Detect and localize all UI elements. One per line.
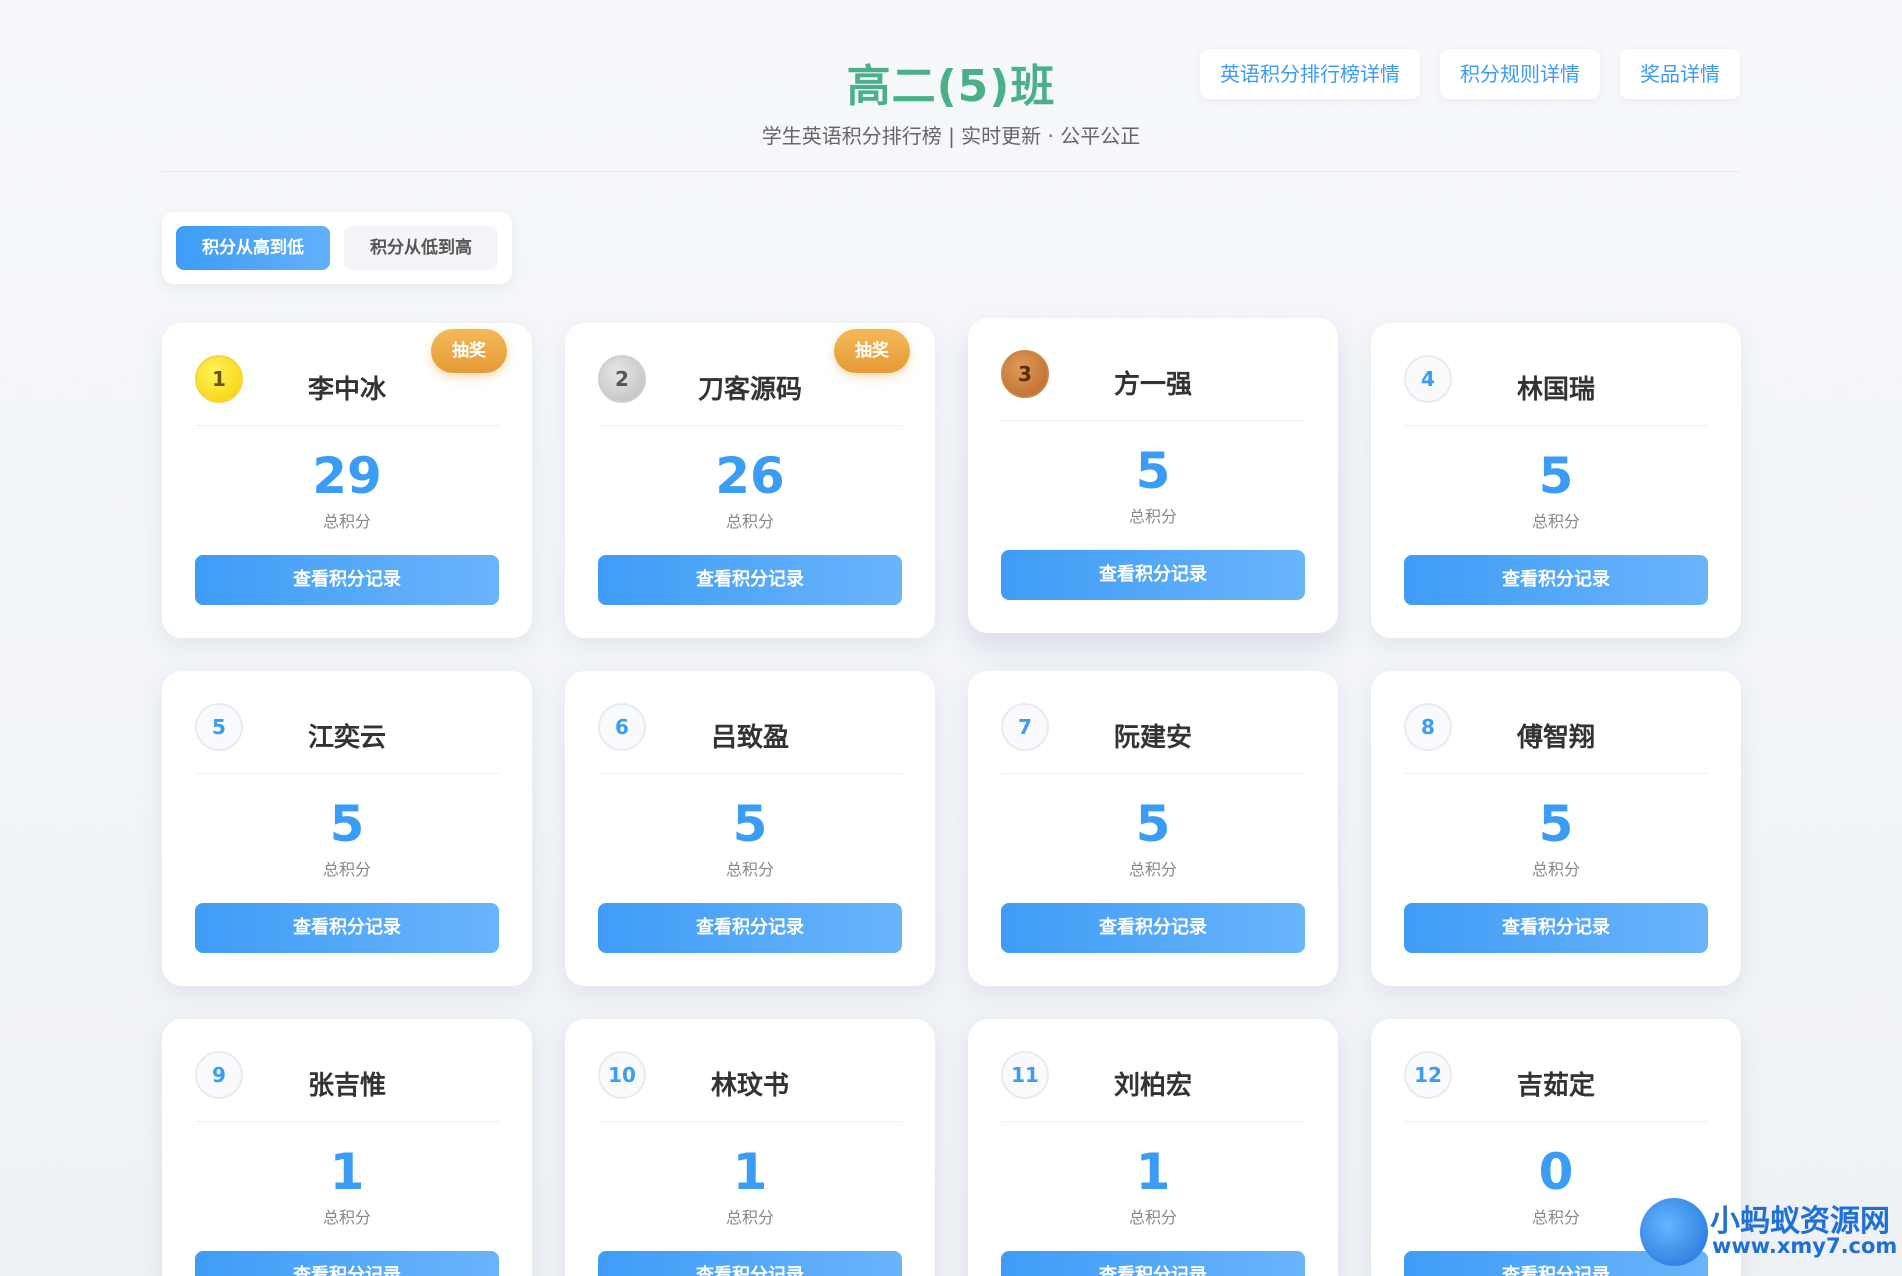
view-points-record-button[interactable]: 查看积分记录: [598, 903, 902, 953]
view-points-record-button[interactable]: 查看积分记录: [598, 1251, 902, 1276]
student-name: 吕致盈: [710, 723, 789, 753]
student-card: 9 张吉惟 1 总积分查看积分记录: [162, 1019, 532, 1276]
watermark: 小蚂蚁资源网 www.xmy7.com: [1640, 1194, 1898, 1266]
view-points-record-button[interactable]: 查看积分记录: [1404, 555, 1708, 605]
card-header: 11 刘柏宏: [1001, 1019, 1305, 1122]
card-header: 1 李中冰 抽奖: [195, 323, 507, 426]
score-label: 总积分: [322, 860, 371, 879]
total-score: 5: [1538, 795, 1574, 853]
header-links: 英语积分排行榜详情 积分规则详情 奖品详情: [1200, 49, 1740, 99]
student-card: 5 江奕云 5 总积分查看积分记录: [162, 671, 532, 986]
score-label: 总积分: [1128, 860, 1177, 879]
card-header: 5 江奕云: [195, 671, 499, 774]
student-name: 江奕云: [307, 723, 386, 753]
card-header: 4 林国瑞: [1404, 323, 1708, 426]
student-name: 方一强: [1113, 370, 1192, 400]
total-score: 5: [1538, 447, 1574, 505]
student-name: 吉茹定: [1516, 1071, 1595, 1101]
watermark-logo-icon: [1640, 1198, 1708, 1266]
view-points-record-button[interactable]: 查看积分记录: [1404, 903, 1708, 953]
leaderboard-details-link[interactable]: 英语积分排行榜详情: [1200, 49, 1420, 99]
student-name: 刘柏宏: [1113, 1071, 1192, 1101]
total-score: 5: [1135, 442, 1171, 500]
student-card: 10 林玟书 1 总积分查看积分记录: [565, 1019, 935, 1276]
total-score: 1: [329, 1143, 365, 1201]
card-header: 9 张吉惟: [195, 1019, 499, 1122]
student-name: 阮建安: [1113, 723, 1192, 753]
student-name: 傅智翔: [1516, 723, 1595, 753]
score-label: 总积分: [1531, 860, 1580, 879]
sort-low-to-high-button[interactable]: 积分从低到高: [344, 226, 498, 270]
view-points-record-button[interactable]: 查看积分记录: [195, 903, 499, 953]
lottery-badge[interactable]: 抽奖: [431, 329, 507, 373]
sort-high-to-low-button[interactable]: 积分从高到低: [176, 226, 330, 270]
card-header: 10 林玟书: [598, 1019, 902, 1122]
total-score: 29: [312, 447, 382, 505]
student-grid: 1 李中冰 抽奖 29 总积分 查看积分记录 2 刀客源码 抽奖 26 总积分 查看积分记录 3 方一强 5…: [162, 318, 1741, 1276]
total-score: 5: [1135, 795, 1171, 853]
total-score: 1: [1135, 1143, 1171, 1201]
watermark-url: www.xmy7.com: [1712, 1234, 1898, 1258]
student-card: 2 刀客源码 抽奖 26 总积分 查看积分记录: [565, 323, 935, 638]
student-name: 林国瑞: [1516, 375, 1595, 405]
student-card: 3 方一强 5 总积分查看积分记录: [968, 318, 1338, 633]
score-label: 总积分: [1128, 507, 1177, 526]
score-label: 总积分: [1128, 1208, 1177, 1227]
sort-bar: 积分从高到低 积分从低到高: [162, 212, 512, 284]
student-card: 1 李中冰 抽奖 29 总积分 查看积分记录: [162, 323, 532, 638]
page-subtitle: 学生英语积分排行榜 | 实时更新 · 公平公正: [761, 124, 1141, 148]
card-header: 12 吉茹定: [1404, 1019, 1708, 1122]
score-label: 总积分: [322, 512, 371, 531]
student-name: 李中冰: [307, 375, 386, 405]
total-score: 5: [732, 795, 768, 853]
page-header: 高二(5)班 学生英语积分排行榜 | 实时更新 · 公平公正 英语积分排行榜详情…: [162, 0, 1740, 172]
score-label: 总积分: [725, 860, 774, 879]
student-card: 7 阮建安 5 总积分查看积分记录: [968, 671, 1338, 986]
total-score: 5: [329, 795, 365, 853]
student-name: 林玟书: [710, 1071, 789, 1101]
view-points-record-button[interactable]: 查看积分记录: [1001, 550, 1305, 600]
card-header: 2 刀客源码 抽奖: [598, 323, 910, 426]
student-card: 8 傅智翔 5 总积分查看积分记录: [1371, 671, 1741, 986]
score-label: 总积分: [1531, 512, 1580, 531]
total-score: 0: [1538, 1143, 1574, 1201]
view-points-record-button[interactable]: 查看积分记录: [1001, 903, 1305, 953]
score-label: 总积分: [725, 512, 774, 531]
student-name: 张吉惟: [307, 1071, 386, 1101]
card-header: 7 阮建安: [1001, 671, 1305, 774]
student-name: 刀客源码: [697, 375, 802, 405]
student-card: 6 吕致盈 5 总积分查看积分记录: [565, 671, 935, 986]
card-header: 3 方一强: [1001, 318, 1305, 421]
card-header: 8 傅智翔: [1404, 671, 1708, 774]
student-card: 4 林国瑞 5 总积分查看积分记录: [1371, 323, 1741, 638]
total-score: 26: [715, 447, 785, 505]
student-card: 11 刘柏宏 1 总积分查看积分记录: [968, 1019, 1338, 1276]
leaderboard-page: 高二(5)班 学生英语积分排行榜 | 实时更新 · 公平公正 英语积分排行榜详情…: [162, 0, 1741, 1276]
view-points-record-button[interactable]: 查看积分记录: [598, 555, 902, 605]
view-points-record-button[interactable]: 查看积分记录: [195, 1251, 499, 1276]
score-label: 总积分: [322, 1208, 371, 1227]
view-points-record-button[interactable]: 查看积分记录: [1001, 1251, 1305, 1276]
score-label: 总积分: [725, 1208, 774, 1227]
view-points-record-button[interactable]: 查看积分记录: [195, 555, 499, 605]
card-header: 6 吕致盈: [598, 671, 902, 774]
total-score: 1: [732, 1143, 768, 1201]
prizes-link[interactable]: 奖品详情: [1620, 49, 1740, 99]
points-rules-link[interactable]: 积分规则详情: [1440, 49, 1600, 99]
lottery-badge[interactable]: 抽奖: [834, 329, 910, 373]
